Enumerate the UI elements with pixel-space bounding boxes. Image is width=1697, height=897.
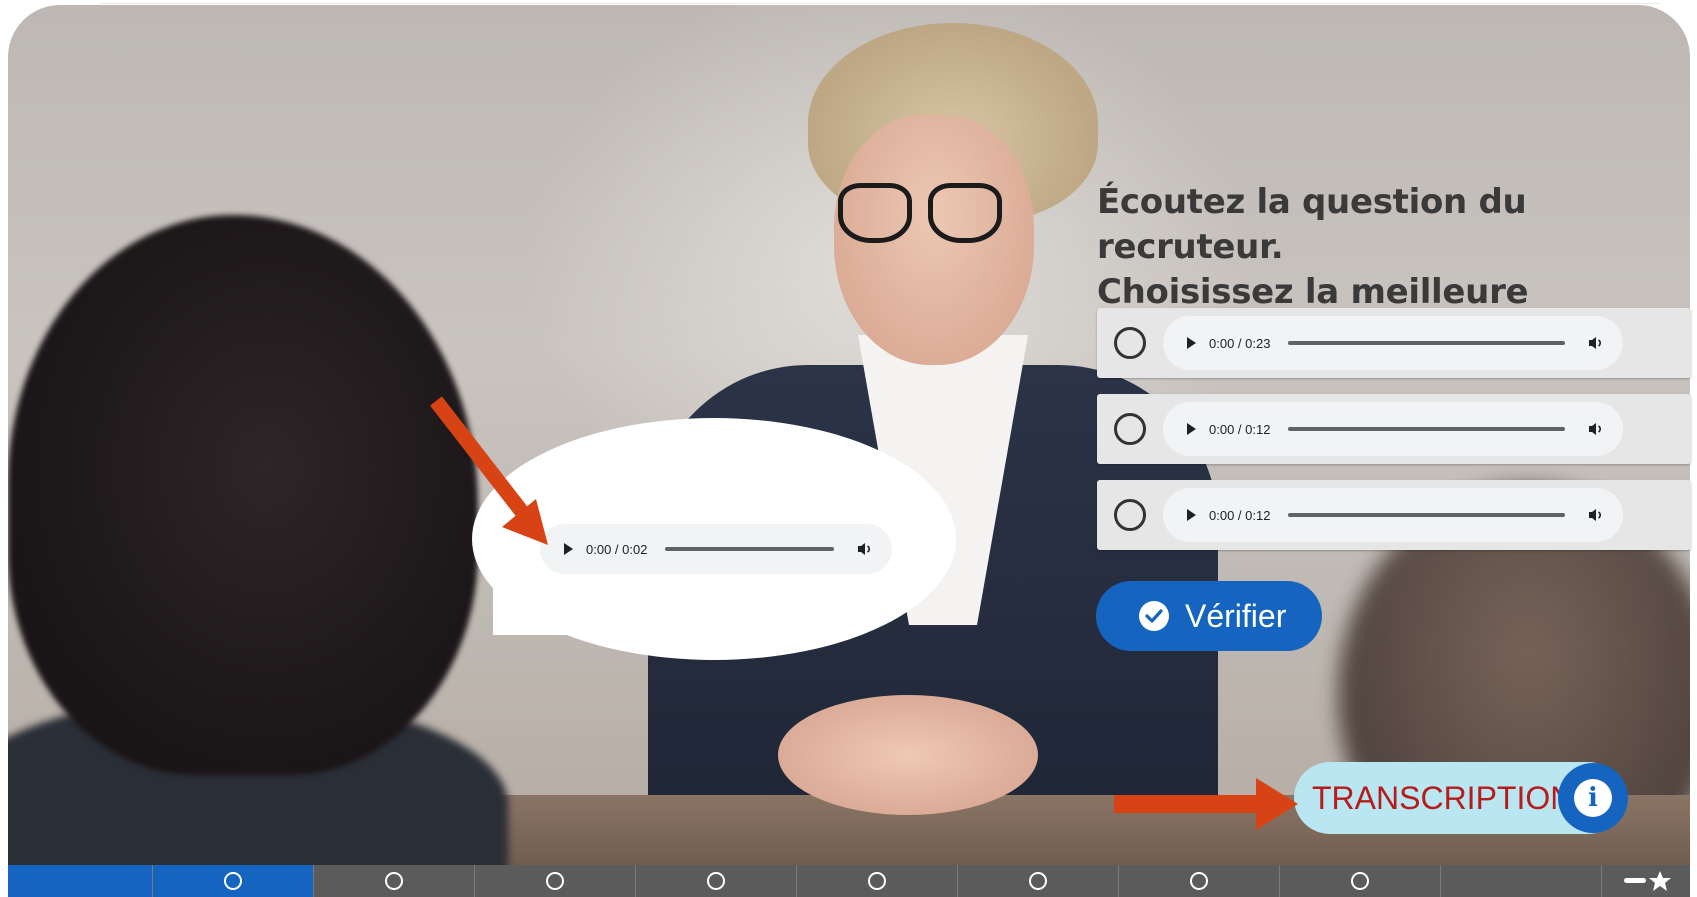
top-border	[100, 3, 1660, 4]
info-glyph: i	[1574, 779, 1612, 817]
volume-icon[interactable]	[1583, 333, 1609, 353]
menu-star-icon[interactable]	[1602, 865, 1690, 897]
question-line-1: Écoutez la question du recruteur.	[1097, 182, 1527, 267]
audio-time: 0:00 / 0:02	[586, 541, 648, 557]
slide-dot-icon	[707, 872, 725, 890]
recruiter-audio-player[interactable]: 0:00 / 0:02	[540, 524, 892, 574]
play-icon[interactable]	[1187, 337, 1196, 349]
transcription-button[interactable]: TRANSCRIPTION i	[1294, 762, 1628, 834]
slide-segment-4[interactable]	[475, 865, 636, 897]
check-circle-icon	[1139, 601, 1169, 631]
slide-segment-6[interactable]	[797, 865, 958, 897]
transcription-label: TRANSCRIPTION	[1312, 779, 1574, 816]
volume-icon[interactable]	[852, 539, 878, 559]
slide-dot-icon	[1190, 872, 1208, 890]
verify-button[interactable]: Vérifier	[1096, 581, 1322, 651]
audio-progress-track[interactable]	[1288, 513, 1565, 517]
radio-button[interactable]	[1114, 413, 1146, 445]
volume-icon[interactable]	[1583, 419, 1609, 439]
slide-segment-10[interactable]	[1441, 865, 1602, 897]
answer-audio-player[interactable]: 0:00 / 0:12	[1163, 402, 1623, 456]
slide-dot-icon	[546, 872, 564, 890]
slide-segment-9[interactable]	[1280, 865, 1441, 897]
recruiter-hands	[778, 695, 1038, 815]
audio-time: 0:00 / 0:23	[1209, 335, 1271, 351]
slide-segment-5[interactable]	[636, 865, 797, 897]
glasses-left-lens	[838, 183, 912, 243]
play-icon[interactable]	[1187, 509, 1196, 521]
verify-label: Vérifier	[1185, 597, 1287, 634]
info-icon[interactable]: i	[1558, 763, 1628, 833]
answer-audio-player[interactable]: 0:00 / 0:23	[1163, 316, 1623, 370]
radio-button[interactable]	[1114, 327, 1146, 359]
play-icon[interactable]	[1187, 423, 1196, 435]
audio-progress-track[interactable]	[1288, 427, 1565, 431]
answer-audio-player[interactable]: 0:00 / 0:12	[1163, 488, 1623, 542]
arrow-icon	[430, 396, 548, 545]
volume-icon[interactable]	[1583, 505, 1609, 525]
slide-dot-icon	[224, 872, 242, 890]
slide-dot-icon	[385, 872, 403, 890]
audio-time: 0:00 / 0:12	[1209, 507, 1271, 523]
arrow-icon	[1114, 778, 1298, 830]
radio-button[interactable]	[1114, 499, 1146, 531]
slide-segment-8[interactable]	[1119, 865, 1280, 897]
slide-dot-icon	[1029, 872, 1047, 890]
audio-progress-track[interactable]	[1288, 341, 1565, 345]
slide-dot-icon	[1351, 872, 1369, 890]
answer-option-2[interactable]: 0:00 / 0:12	[1097, 394, 1691, 464]
slide-segment-7[interactable]	[958, 865, 1119, 897]
glasses-right-lens	[928, 183, 1002, 243]
slide-segment-1[interactable]	[8, 865, 153, 897]
slide-segment-2[interactable]	[153, 865, 314, 897]
answer-option-1[interactable]: 0:00 / 0:23	[1097, 308, 1691, 378]
slide-dot-icon	[868, 872, 886, 890]
slide-segment-3[interactable]	[314, 865, 475, 897]
slide-navigation-bar	[8, 865, 1690, 897]
audio-progress-track[interactable]	[665, 547, 834, 551]
answer-option-3[interactable]: 0:00 / 0:12	[1097, 480, 1691, 550]
audio-time: 0:00 / 0:12	[1209, 421, 1271, 437]
